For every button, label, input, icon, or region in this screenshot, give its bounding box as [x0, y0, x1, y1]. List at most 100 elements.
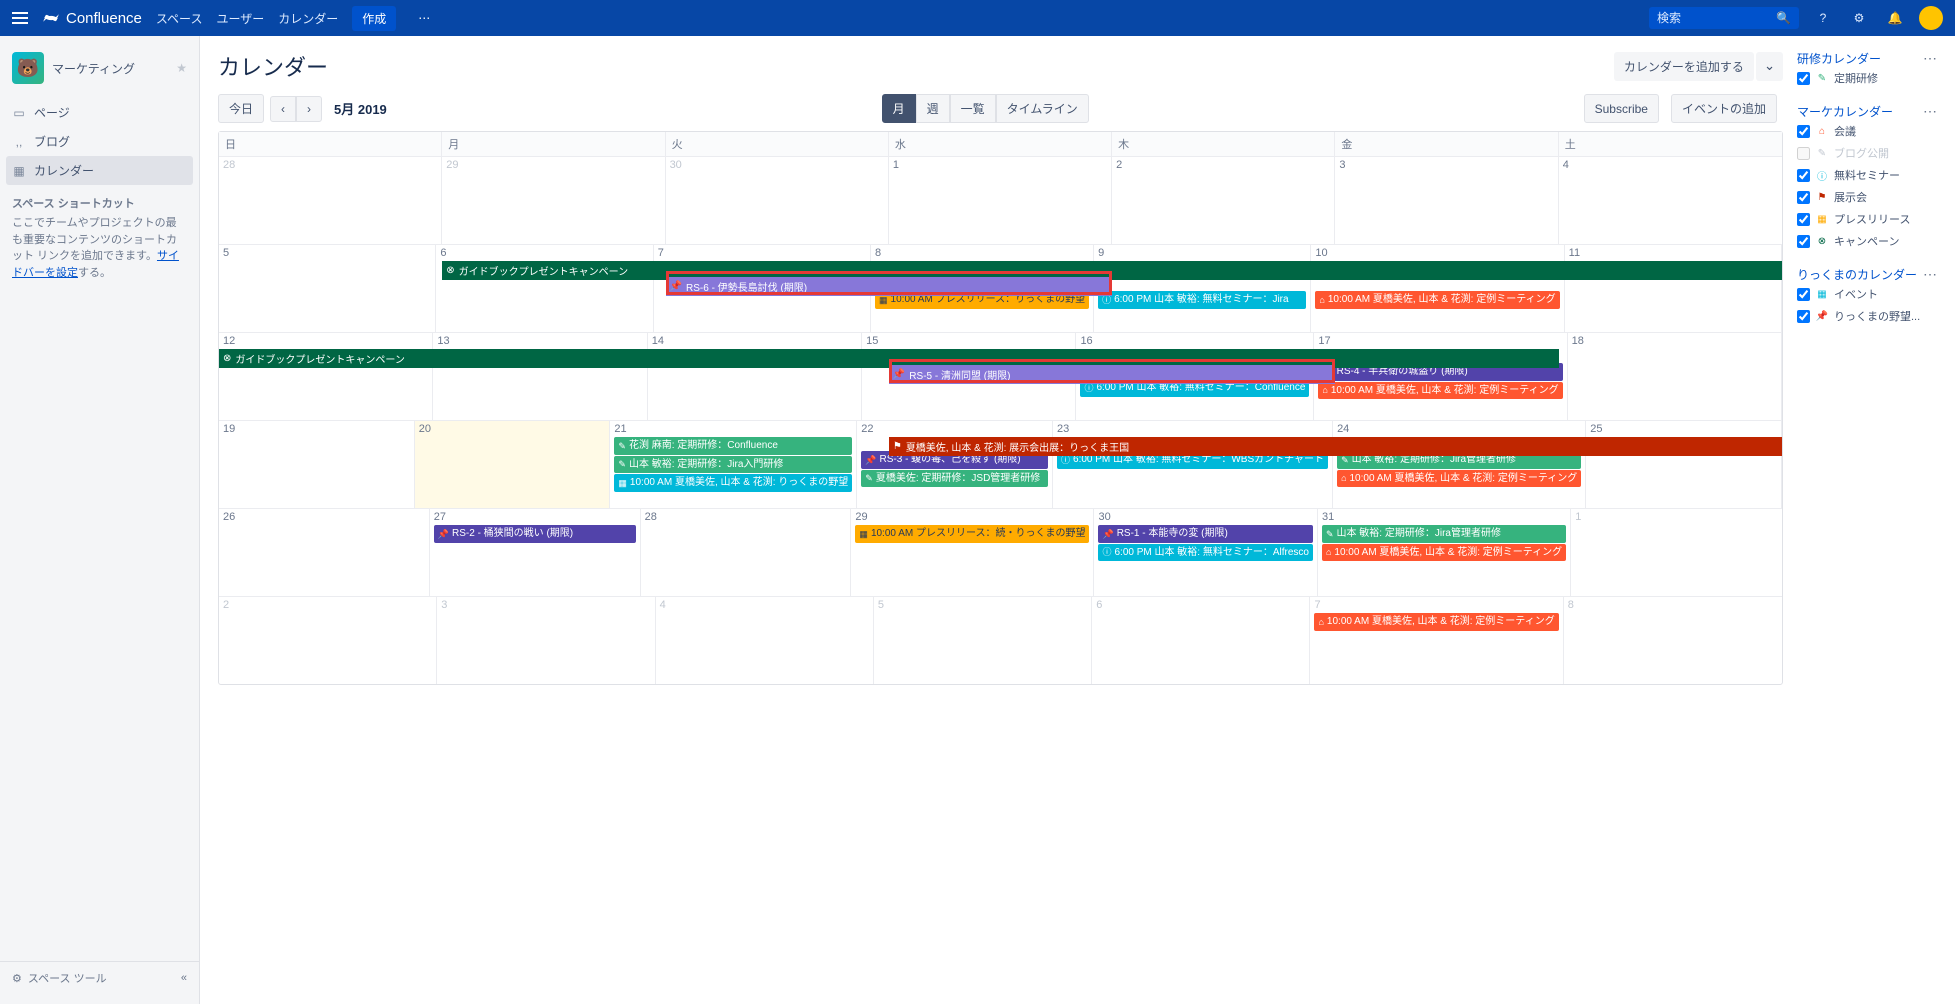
day-cell[interactable]: 30📌RS-1 - 本能寺の変 (期限)ⓘ6:00 PM 山本 敏裕: 無料セミ… [1094, 509, 1318, 596]
day-cell[interactable]: 10⌂10:00 AM 夏橋美佐, 山本 & 花渕: 定例ミーティング [1311, 245, 1564, 332]
cal-item-blog[interactable]: ✎ブログ公開 [1797, 142, 1937, 164]
day-cell[interactable]: 3 [1335, 157, 1558, 244]
nav-spaces[interactable]: スペース [156, 10, 203, 27]
sidebar-item-blog[interactable]: ,,ブログ [0, 127, 199, 156]
brand[interactable]: Confluence [42, 9, 142, 27]
cal-item-meeting[interactable]: ⌂会議 [1797, 120, 1937, 142]
group-marketing-title[interactable]: マーケカレンダー [1797, 103, 1893, 120]
day-cell[interactable]: 5 [219, 245, 436, 332]
sidebar-item-pages[interactable]: ▭ページ [0, 98, 199, 127]
day-cell[interactable]: 29 [442, 157, 665, 244]
calendar-event[interactable]: 📌RS-2 - 桶狭間の戦い (期限) [434, 525, 636, 543]
cal-item-training[interactable]: ✎定期研修 [1797, 67, 1937, 89]
today-button[interactable]: 今日 [218, 94, 264, 123]
calendar-event[interactable]: ⌂10:00 AM 夏橋美佐, 山本 & 花渕: 定例ミーティング [1337, 470, 1581, 488]
calendar-event[interactable]: ⌂10:00 AM 夏橋美佐, 山本 & 花渕: 定例ミーティング [1318, 382, 1562, 400]
view-month-button[interactable]: 月 [882, 94, 916, 123]
more-menu-icon[interactable]: ⋯ [410, 7, 438, 29]
day-cell[interactable]: 8 [1564, 597, 1782, 684]
day-cell[interactable]: 24✎山本 敏裕: 定期研修：Jira管理者研修⌂10:00 AM 夏橋美佐, … [1333, 421, 1586, 508]
day-cell[interactable]: 4 [1559, 157, 1782, 244]
day-cell[interactable]: 7⌂10:00 AM 夏橋美佐, 山本 & 花渕: 定例ミーティング [1310, 597, 1563, 684]
calendar-span-event[interactable]: ⊗ガイドブックプレゼントキャンペーン [442, 261, 1782, 280]
calendar-span-event[interactable]: ⚑夏橋美佐, 山本 & 花渕: 展示会出展：りっくま王国 [889, 437, 1782, 456]
day-cell[interactable]: 27📌RS-2 - 桶狭間の戦い (期限) [430, 509, 641, 596]
search-input[interactable] [1657, 11, 1776, 25]
day-cell[interactable]: 9ⓘ6:00 PM 山本 敏裕: 無料セミナー：Jira [1094, 245, 1311, 332]
calendar-span-event[interactable]: 📌RS-5 - 清洲同盟 (期限) [889, 365, 1336, 384]
day-cell[interactable]: 18 [1568, 333, 1782, 420]
view-list-button[interactable]: 一覧 [950, 94, 996, 123]
calendar-event[interactable]: 📌RS-1 - 本能寺の変 (期限) [1098, 525, 1313, 543]
calendar-event[interactable]: ⌂10:00 AM 夏橋美佐, 山本 & 花渕: 定例ミーティング [1315, 291, 1559, 309]
day-cell[interactable]: 23ⓘ6:00 PM 山本 敏裕: 無料セミナー：WBSガントチャート [1053, 421, 1333, 508]
day-cell[interactable]: 28 [641, 509, 852, 596]
day-cell[interactable]: 1 [889, 157, 1112, 244]
sidebar-footer[interactable]: ⚙ スペース ツール « [0, 961, 199, 994]
cal-item-press[interactable]: ▦プレスリリース [1797, 208, 1937, 230]
nav-users[interactable]: ユーザー [216, 10, 264, 27]
next-button[interactable]: › [296, 96, 322, 122]
search-box[interactable]: 🔍 [1649, 7, 1799, 29]
day-cell[interactable]: 4 [656, 597, 874, 684]
calendar-event[interactable]: ▦10:00 AM 夏橋美佐, 山本 & 花渕: りっくまの野望 [614, 474, 852, 492]
day-cell[interactable]: 31✎山本 敏裕: 定期研修：Jira管理者研修⌂10:00 AM 夏橋美佐, … [1318, 509, 1571, 596]
group-rikkuma-title[interactable]: りっくまのカレンダー [1797, 266, 1917, 283]
collapse-sidebar-icon[interactable]: « [181, 972, 187, 984]
help-icon[interactable]: ? [1811, 6, 1835, 30]
group-menu-icon[interactable]: ⋯ [1923, 103, 1937, 120]
day-cell[interactable]: 5 [874, 597, 1092, 684]
day-cell[interactable]: 6 [1092, 597, 1310, 684]
notifications-icon[interactable]: 🔔 [1883, 6, 1907, 30]
day-cell[interactable]: 26 [219, 509, 430, 596]
day-cell[interactable]: 2 [219, 597, 437, 684]
view-week-button[interactable]: 週 [916, 94, 950, 123]
add-calendar-button[interactable]: カレンダーを追加する [1614, 52, 1754, 81]
calendar-event[interactable]: ✎山本 敏裕: 定期研修：Jira管理者研修 [1322, 525, 1566, 543]
subscribe-button[interactable]: Subscribe [1584, 94, 1659, 123]
space-logo[interactable]: 🐻 [12, 52, 44, 84]
day-cell[interactable]: 22📌RS-3 - 蝮の毒、己を殺す (期限)✎夏橋美佐: 定期研修：JSD管理… [857, 421, 1053, 508]
calendar-event[interactable]: ▦10:00 AM プレスリリース：続・りっくまの野望 [855, 525, 1089, 543]
day-cell[interactable]: 6 [436, 245, 653, 332]
cal-item-campaign[interactable]: ⊗キャンペーン [1797, 230, 1937, 252]
day-cell[interactable]: 29▦10:00 AM プレスリリース：続・りっくまの野望 [851, 509, 1094, 596]
menu-icon[interactable] [12, 12, 28, 24]
prev-button[interactable]: ‹ [270, 96, 296, 122]
calendar-event[interactable]: ⌂10:00 AM 夏橋美佐, 山本 & 花渕: 定例ミーティング [1322, 544, 1566, 562]
group-training-title[interactable]: 研修カレンダー [1797, 50, 1881, 67]
cal-item-seminar[interactable]: ⓘ無料セミナー [1797, 164, 1937, 186]
day-cell[interactable]: 21✎花渕 麻南: 定期研修：Confluence✎山本 敏裕: 定期研修：Ji… [610, 421, 857, 508]
cal-item-ambition[interactable]: 📌りっくまの野望... [1797, 305, 1937, 327]
nav-calendar[interactable]: カレンダー [278, 10, 338, 27]
star-icon[interactable]: ★ [176, 61, 187, 75]
space-name[interactable]: マーケティング [52, 60, 168, 77]
group-menu-icon[interactable]: ⋯ [1923, 50, 1937, 67]
create-button[interactable]: 作成 [352, 6, 396, 31]
group-menu-icon[interactable]: ⋯ [1923, 266, 1937, 283]
day-cell[interactable]: 14 [648, 333, 862, 420]
cal-item-exhibition[interactable]: ⚑展示会 [1797, 186, 1937, 208]
day-cell[interactable]: 30 [666, 157, 889, 244]
day-cell[interactable]: 19 [219, 421, 415, 508]
calendar-event[interactable]: ✎夏橋美佐: 定期研修：JSD管理者研修 [861, 470, 1048, 488]
calendar-event[interactable]: ⓘ6:00 PM 山本 敏裕: 無料セミナー：Jira [1098, 291, 1306, 309]
calendar-event[interactable]: ⌂10:00 AM 夏橋美佐, 山本 & 花渕: 定例ミーティング [1314, 613, 1558, 631]
cal-item-event[interactable]: ▦イベント [1797, 283, 1937, 305]
day-cell[interactable]: 25 [1586, 421, 1782, 508]
calendar-event[interactable]: ✎山本 敏裕: 定期研修：Jira入門研修 [614, 456, 852, 474]
day-cell[interactable]: 28 [219, 157, 442, 244]
settings-icon[interactable]: ⚙ [1847, 6, 1871, 30]
day-cell[interactable]: 12 [219, 333, 433, 420]
calendar-event[interactable]: ✎花渕 麻南: 定期研修：Confluence [614, 437, 852, 455]
day-cell[interactable]: 1 [1571, 509, 1782, 596]
day-cell[interactable]: 2 [1112, 157, 1335, 244]
view-timeline-button[interactable]: タイムライン [996, 94, 1089, 123]
day-cell[interactable]: 17📌RS-4 - 半兵衛の城盗り (期限)⌂10:00 AM 夏橋美佐, 山本… [1314, 333, 1567, 420]
add-calendar-chevron[interactable]: ⌄ [1756, 52, 1783, 81]
calendar-span-event[interactable]: 📌RS-6 - 伊勢長島討伐 (期限) [666, 277, 1113, 296]
day-cell[interactable]: 3 [437, 597, 655, 684]
sidebar-item-calendar[interactable]: ▦カレンダー [6, 156, 193, 185]
add-event-button[interactable]: イベントの追加 [1671, 94, 1777, 123]
calendar-event[interactable]: ⓘ6:00 PM 山本 敏裕: 無料セミナー：Alfresco [1098, 544, 1313, 562]
